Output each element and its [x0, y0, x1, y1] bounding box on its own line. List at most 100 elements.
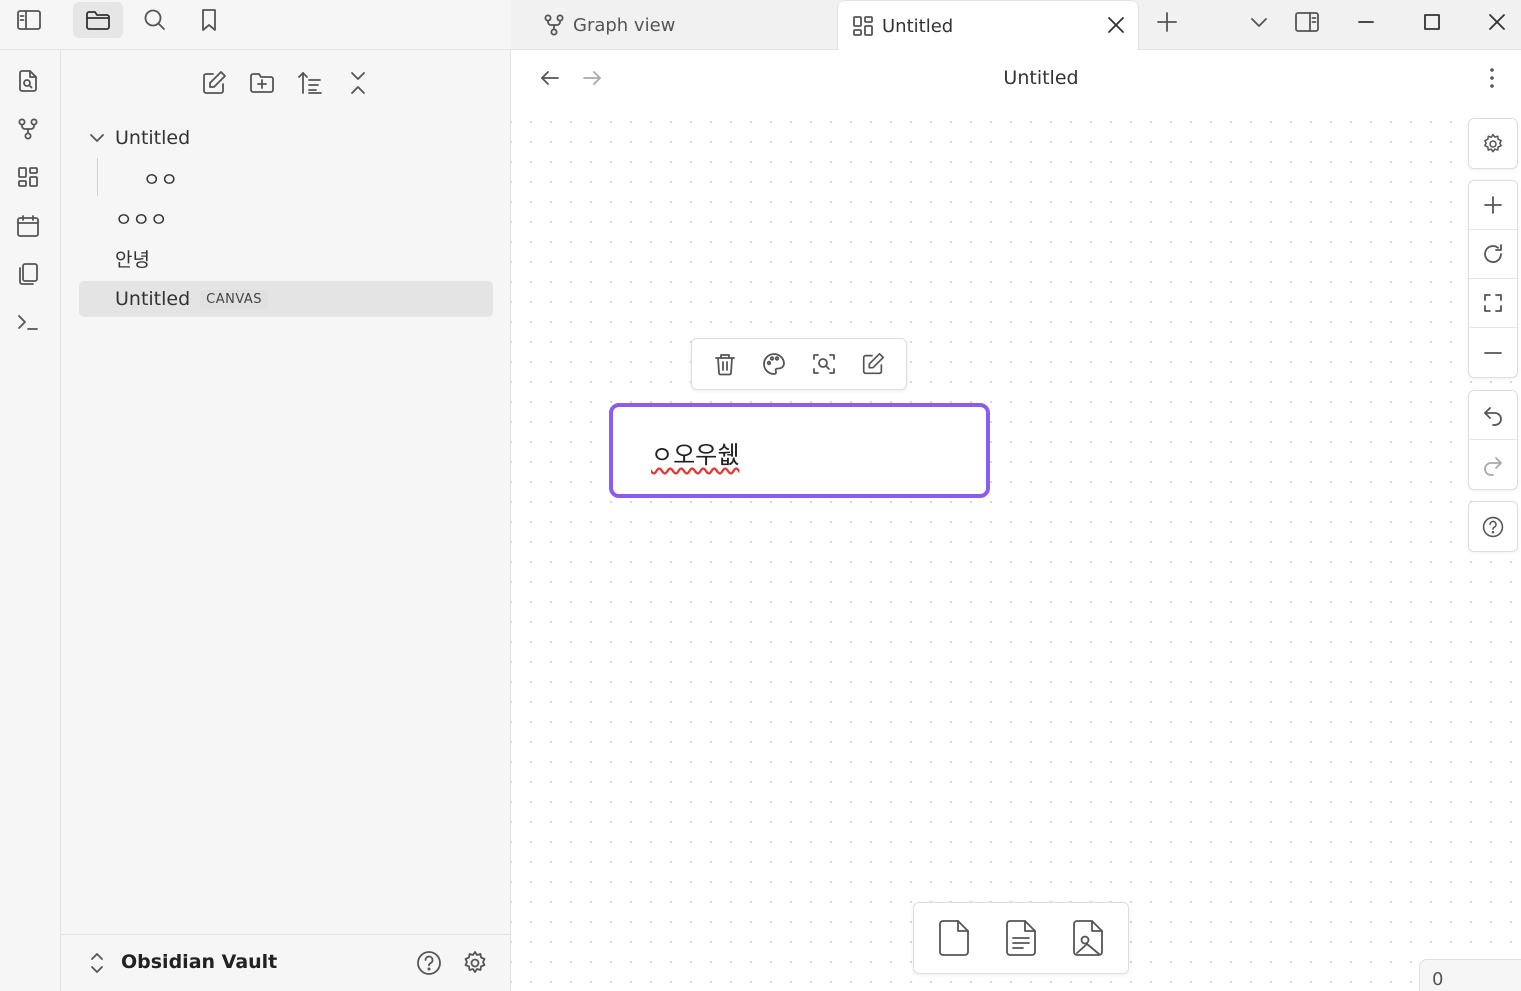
canvas-help-group	[1468, 501, 1518, 552]
plus-icon	[1157, 12, 1177, 32]
file-type-badge: CANVAS	[200, 289, 269, 309]
tree-file-item[interactable]: ㅇㅇ	[143, 160, 178, 196]
undo-button[interactable]	[1469, 391, 1517, 440]
help-circle-icon	[417, 951, 441, 975]
tree-item-label: ㅇㅇㅇ	[115, 208, 168, 231]
card-text[interactable]: ㅇ오우쉢	[651, 435, 739, 470]
gear-icon	[1484, 133, 1502, 152]
bookmarks-button[interactable]	[184, 2, 234, 38]
canvas-area[interactable]: ㅇ오우쉢 0 backlinks	[511, 106, 1521, 991]
sidebar-toolbar	[0, 0, 511, 50]
zoom-out-button[interactable]	[1469, 328, 1517, 377]
tree-item-label: 안녕	[115, 248, 150, 271]
canvas-settings-group	[1468, 118, 1518, 169]
canvas-settings-button[interactable]	[1469, 119, 1517, 168]
folder-plus-icon	[250, 73, 274, 93]
redo-icon	[1484, 456, 1502, 476]
daily-note-button[interactable]	[10, 208, 46, 244]
command-palette-button[interactable]	[10, 304, 46, 340]
history-controls	[1468, 390, 1518, 490]
node-menu	[691, 338, 907, 390]
tab-list-button[interactable]	[1239, 4, 1279, 40]
close-window-button[interactable]	[1477, 4, 1517, 40]
close-icon	[1108, 17, 1124, 33]
text-card[interactable]: ㅇ오우쉢	[609, 403, 990, 498]
chevron-down-icon	[1251, 18, 1267, 27]
tree-folder-untitled[interactable]: Untitled	[83, 120, 190, 156]
bookmark-icon	[202, 9, 216, 31]
chevron-down-icon	[90, 134, 104, 142]
sidebar-right-icon	[1295, 12, 1319, 32]
edit-icon	[863, 352, 885, 375]
close-icon	[1489, 14, 1505, 30]
file-icon	[938, 920, 969, 956]
file-search-icon	[19, 70, 37, 92]
zoom-controls	[1468, 180, 1518, 378]
help-button[interactable]	[415, 949, 443, 977]
reset-zoom-button[interactable]	[1469, 230, 1517, 279]
collapse-all-button[interactable]	[341, 66, 375, 100]
tree-file-item[interactable]: ㅇㅇㅇ	[115, 200, 167, 236]
more-options-button[interactable]	[1479, 65, 1505, 91]
quick-switcher-button[interactable]	[10, 63, 46, 99]
minimize-window-button[interactable]	[1346, 4, 1386, 40]
templates-button[interactable]	[10, 256, 46, 292]
git-fork-icon	[18, 118, 38, 140]
new-tab-button[interactable]	[1147, 4, 1187, 40]
view-header: Untitled	[511, 50, 1521, 106]
redo-button[interactable]	[1469, 440, 1517, 489]
tree-item-label: ㅇㅇ	[143, 168, 178, 191]
search-icon	[144, 9, 165, 30]
node-color-button[interactable]	[754, 344, 794, 384]
delete-node-button[interactable]	[705, 344, 745, 384]
canvas-grid-icon	[18, 167, 38, 187]
folder-icon	[86, 11, 110, 30]
gear-icon	[464, 951, 486, 973]
file-text-icon	[1006, 920, 1036, 956]
minimize-icon	[1358, 21, 1374, 23]
maximize-icon	[1424, 14, 1440, 30]
sort-button[interactable]	[293, 66, 327, 100]
tab-graph-view[interactable]: Graph view	[541, 0, 831, 50]
graph-view-button[interactable]	[10, 111, 46, 147]
maximize-window-button[interactable]	[1412, 4, 1452, 40]
palette-icon	[763, 353, 786, 375]
add-media-button[interactable]	[1060, 910, 1116, 966]
tab-bar: Graph view Untitled	[511, 0, 1521, 51]
settings-button[interactable]	[461, 949, 489, 977]
zoom-to-node-button[interactable]	[804, 344, 844, 384]
canvas-help-button[interactable]	[1469, 502, 1517, 551]
search-button[interactable]	[130, 2, 180, 38]
canvas-button[interactable]	[10, 159, 46, 195]
new-note-button[interactable]	[197, 66, 231, 100]
vault-switcher-button[interactable]	[83, 949, 111, 977]
tab-label: Untitled	[882, 15, 954, 37]
sort-icon	[298, 72, 322, 94]
new-folder-button[interactable]	[245, 66, 279, 100]
toggle-sidebar-button[interactable]	[4, 2, 54, 38]
terminal-icon	[18, 315, 38, 330]
edit-node-button[interactable]	[853, 344, 893, 384]
toggle-right-sidebar-button[interactable]	[1287, 4, 1327, 40]
view-title[interactable]: Untitled	[511, 67, 1521, 89]
chevrons-up-down-icon	[91, 953, 103, 973]
close-tab-button[interactable]	[1104, 13, 1128, 37]
files-button[interactable]	[73, 2, 123, 38]
sidebar-toggle-icon	[17, 10, 41, 30]
more-vertical-icon	[1490, 68, 1494, 88]
zoom-to-fit-button[interactable]	[1469, 279, 1517, 328]
minus-icon	[1484, 351, 1502, 354]
backlinks-counter[interactable]: 0 backlinks	[1419, 959, 1521, 991]
vault-name[interactable]: Obsidian Vault	[121, 951, 277, 973]
chevrons-collapse-icon	[351, 72, 365, 94]
ribbon	[0, 50, 61, 991]
add-card-button[interactable]	[926, 910, 982, 966]
help-circle-icon	[1482, 516, 1504, 537]
tree-file-item[interactable]: 안녕	[115, 240, 150, 276]
zoom-in-button[interactable]	[1469, 181, 1517, 230]
canvas-grid-icon	[853, 16, 873, 36]
tree-file-item-selected[interactable]: Untitled CANVAS	[79, 281, 493, 317]
tab-untitled[interactable]: Untitled	[837, 0, 1139, 51]
add-note-button[interactable]	[993, 910, 1049, 966]
canvas-add-bar	[913, 902, 1129, 974]
